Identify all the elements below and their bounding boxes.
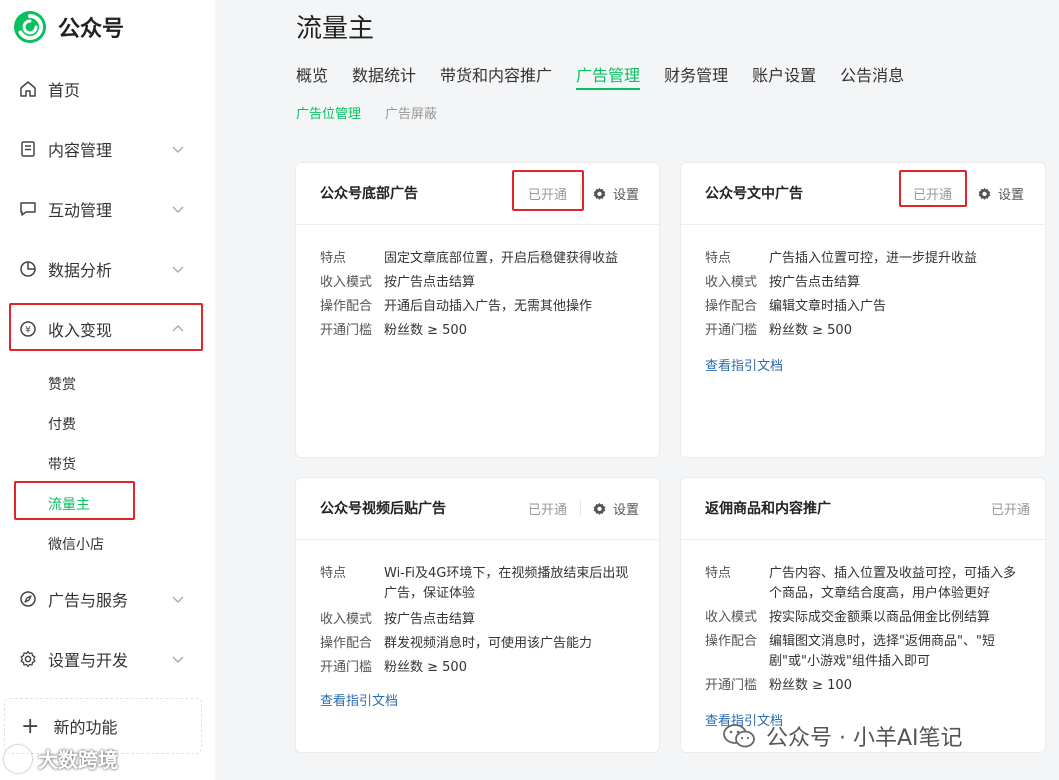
ad-card-video-post: 公众号视频后贴广告 已开通 设置 特点 Wi-Fi及4G环境下，在视频播放结束后出… <box>295 477 660 753</box>
sidebar-subitem-paid[interactable]: 付费 <box>48 414 76 434</box>
card-header: 公众号视频后贴广告 已开通 设置 <box>296 478 659 540</box>
sidebar-item-label: 内容管理 <box>48 141 113 160</box>
threshold-row: 开通门槛 粉丝数 ≥ 500 <box>320 660 467 675</box>
settings-label: 设置 <box>998 188 1025 203</box>
chat-icon <box>18 199 38 219</box>
plus-icon: + <box>21 713 40 739</box>
card-header: 公众号文中广告 已开通 设置 <box>681 163 1045 225</box>
income-row: 收入模式 按实际成交金额乘以商品佣金比例结算 <box>705 610 991 625</box>
chevron-down-icon <box>172 596 184 603</box>
gear-icon <box>978 187 991 200</box>
card-header: 返佣商品和内容推广 已开通 <box>681 478 1045 540</box>
operation-row: 操作配合 编辑文章时插入广告 <box>705 299 887 314</box>
chevron-down-icon <box>172 656 184 663</box>
sidebar-subitem-commerce[interactable]: 带货 <box>48 454 76 474</box>
tab-ad-management[interactable]: 广告管理 <box>576 62 641 92</box>
tab-finance[interactable]: 财务管理 <box>664 62 728 92</box>
card-title: 返佣商品和内容推广 <box>705 501 831 517</box>
sidebar-item-label: 设置与开发 <box>48 651 129 670</box>
sidebar-item-content[interactable]: 内容管理 <box>0 129 205 169</box>
operation-row: 操作配合 群发视频消息时，可使用该广告能力 <box>320 636 593 651</box>
sidebar-item-home[interactable]: 首页 <box>0 69 205 109</box>
operation-row: 操作配合 编辑图文消息时，选择"返佣商品"、"短剧"或"小游戏"组件插入即可 <box>705 634 995 669</box>
wechat-icon <box>723 724 755 748</box>
pie-chart-icon <box>18 259 38 279</box>
tab-statistics[interactable]: 数据统计 <box>352 62 416 92</box>
sidebar-item-label: 首页 <box>48 81 81 100</box>
main-tabs: 概览 数据统计 带货和内容推广 广告管理 财务管理 账户设置 公告消息 <box>296 62 928 92</box>
card-title: 公众号文中广告 <box>705 186 803 202</box>
doc-link[interactable]: 查看指引文档 <box>705 355 783 374</box>
document-icon <box>18 139 38 159</box>
watermark-left: 大数跨境 <box>4 744 118 773</box>
ad-card-commission: 返佣商品和内容推广 已开通 特点 广告内容、插入位置及收益可控，可插入多个商品，文… <box>680 477 1046 753</box>
status-badge: 已开通 <box>528 503 568 518</box>
settings-button[interactable]: 设置 <box>592 499 639 518</box>
threshold-row: 开通门槛 粉丝数 ≥ 500 <box>320 323 467 338</box>
settings-label: 设置 <box>613 503 640 518</box>
sub-tabs: 广告位管理 广告屏蔽 <box>296 103 461 122</box>
subtab-ad-slot-management[interactable]: 广告位管理 <box>296 103 361 122</box>
gear-icon <box>593 502 606 515</box>
operation-row: 操作配合 开通后自动插入广告，无需其他操作 <box>320 299 593 314</box>
status-badge: 已开通 <box>991 503 1031 518</box>
sidebar: 公众号 首页 内容管理 互动管理 数据分析 ¥ 收入变现 赞赏 付费 带货 流量… <box>0 0 215 780</box>
feature-row: 特点 广告内容、插入位置及收益可控，可插入多个商品，文章结合度高，用户体验更好 <box>705 566 1017 601</box>
card-header: 公众号底部广告 已开通 设置 <box>296 163 659 225</box>
tab-overview[interactable]: 概览 <box>296 62 328 92</box>
ad-card-in-article: 公众号文中广告 已开通 设置 特点 广告插入位置可控，进一步提升收益 收入模式 按广… <box>680 162 1046 458</box>
tab-commerce-promotion[interactable]: 带货和内容推广 <box>440 62 552 92</box>
watermark-right-text: 公众号 · 小羊AI笔记 <box>766 726 963 751</box>
subtab-ad-blocking[interactable]: 广告屏蔽 <box>385 103 437 122</box>
gear-icon <box>593 187 606 200</box>
compass-icon <box>18 589 38 609</box>
card-title: 公众号底部广告 <box>320 186 418 202</box>
watermark-logo-icon <box>4 744 32 773</box>
chevron-down-icon <box>172 266 184 273</box>
new-feature-label: 新的功能 <box>53 718 118 737</box>
sidebar-item-settings-dev[interactable]: 设置与开发 <box>0 639 205 679</box>
sidebar-subitem-wechat-store[interactable]: 微信小店 <box>48 534 104 554</box>
tab-account-settings[interactable]: 账户设置 <box>752 62 816 92</box>
highlight-box-status <box>512 170 584 211</box>
feature-row: 特点 Wi-Fi及4G环境下，在视频播放结束后出现广告，保证体验 <box>320 566 629 601</box>
highlight-box-status <box>899 170 967 207</box>
threshold-row: 开通门槛 粉丝数 ≥ 500 <box>705 323 852 338</box>
chevron-down-icon <box>172 206 184 213</box>
brand-name: 公众号 <box>58 17 125 42</box>
sidebar-item-ads-services[interactable]: 广告与服务 <box>0 579 205 619</box>
sidebar-item-analytics[interactable]: 数据分析 <box>0 249 205 289</box>
watermark-right: 公众号 · 小羊AI笔记 <box>722 720 963 752</box>
ad-card-bottom: 公众号底部广告 已开通 设置 特点 固定文章底部位置，开启后稳健获得收益 收入模式… <box>295 162 660 458</box>
income-row: 收入模式 按广告点击结算 <box>320 612 476 627</box>
sidebar-item-label: 数据分析 <box>48 261 113 280</box>
brand[interactable]: 公众号 <box>12 8 124 46</box>
doc-link[interactable]: 查看指引文档 <box>320 690 398 709</box>
home-icon <box>18 79 38 99</box>
sidebar-item-label: 广告与服务 <box>48 591 129 610</box>
income-row: 收入模式 按广告点击结算 <box>705 275 861 290</box>
settings-label: 设置 <box>613 188 640 203</box>
highlight-box-traffic-owner <box>14 481 135 520</box>
tab-announcements[interactable]: 公告消息 <box>840 62 904 92</box>
settings-button[interactable]: 设置 <box>977 184 1024 203</box>
card-title: 公众号视频后贴广告 <box>320 501 446 517</box>
page-title: 流量主 <box>296 14 375 44</box>
sidebar-item-label: 互动管理 <box>48 201 113 220</box>
income-row: 收入模式 按广告点击结算 <box>320 275 476 290</box>
threshold-row: 开通门槛 粉丝数 ≥ 100 <box>705 678 852 693</box>
highlight-box-monetization <box>9 303 203 351</box>
watermark-left-text: 大数跨境 <box>38 748 118 772</box>
sidebar-subitem-appreciation[interactable]: 赞赏 <box>48 374 76 394</box>
divider <box>580 500 581 516</box>
wechat-official-account-logo-icon <box>14 11 46 43</box>
gear-icon <box>18 649 38 669</box>
settings-button[interactable]: 设置 <box>592 184 639 203</box>
chevron-down-icon <box>172 146 184 153</box>
feature-row: 特点 广告插入位置可控，进一步提升收益 <box>705 251 978 266</box>
feature-row: 特点 固定文章底部位置，开启后稳健获得收益 <box>320 251 619 266</box>
sidebar-item-interaction[interactable]: 互动管理 <box>0 189 205 229</box>
